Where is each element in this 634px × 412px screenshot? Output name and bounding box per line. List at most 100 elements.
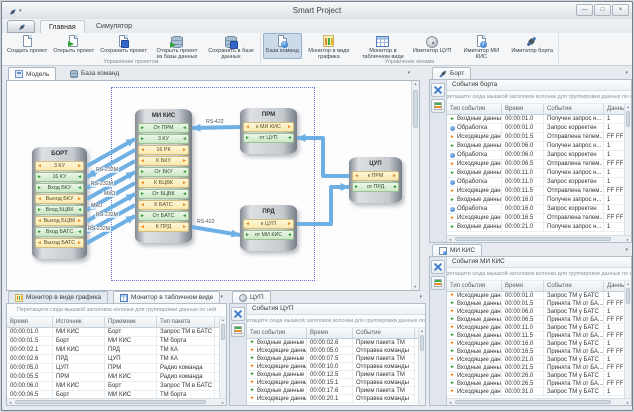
settings-button[interactable] (431, 260, 445, 274)
panel-menu-icon[interactable]: ▾ (220, 294, 223, 300)
table-row[interactable]: 00:00:06.0МИ КИСБортЗапрос ТМ в БАТС (7, 382, 226, 391)
scrollbar-thumb[interactable] (455, 237, 611, 241)
block-port[interactable]: ►3 КУ◄ (138, 134, 189, 144)
minimize-button[interactable]: — (576, 4, 593, 16)
block-port[interactable]: ◄к ЦУП► (243, 219, 294, 229)
table-row[interactable]: ►Входные данные00:00:21.5Принята ТМ от Б… (447, 364, 631, 372)
block-port[interactable]: ◄К БКУ► (138, 156, 189, 166)
bort-imitator-button[interactable]: Имитатор борта (508, 33, 556, 59)
scroll-right-icon[interactable]: ▸ (222, 399, 224, 406)
command-base-button[interactable]: База команд (263, 33, 302, 59)
column-header[interactable]: Тип события (447, 281, 502, 291)
close-button[interactable]: × (612, 4, 629, 16)
save-project-button[interactable]: Сохранить проект (97, 33, 150, 59)
table-row[interactable]: ►Входные данные00:00:12.5Прием пакета ТМ (247, 371, 425, 379)
column-header[interactable]: Источник (53, 317, 105, 327)
panel-menu-icon[interactable]: ▾ (625, 70, 628, 76)
block-port[interactable]: ►Вход БКУ◄ (35, 183, 84, 193)
block-port[interactable]: ►от ПРД◄ (352, 182, 399, 192)
diagram-block-МИ КИС[interactable]: МИ КИС►От ПРМ◄►3 КУ◄◄16 РК►◄К БКУ►►От БК… (135, 109, 192, 243)
table-row[interactable]: ►Исходящие данн...00:00:11.5Отправлена т… (447, 187, 631, 196)
diagram-block-БОРТ[interactable]: БОРТ◄3 КУ►►16 КУ◄►Вход БКУ◄◄Выход БКУ►►В… (32, 147, 87, 259)
block-port[interactable]: ◄Выход БКУ► (35, 194, 84, 204)
table-row[interactable]: ►Входные данные00:00:06.0Получен запрос … (447, 142, 631, 151)
block-port[interactable]: ►От ПРМ◄ (138, 123, 189, 133)
table-row[interactable]: 00:00:06.5БортМИ КИСТМ борта (7, 391, 226, 398)
table-row[interactable]: ►Входные данные00:00:16.0Получен запрос … (447, 196, 631, 205)
create-project-button[interactable]: Создать проект (4, 33, 50, 59)
table-row[interactable]: ►Исходящие данн...00:00:31.0Запрос ТМ у … (447, 388, 631, 396)
column-header[interactable]: Время (307, 328, 353, 338)
cup-imitator-button[interactable]: Имитатор ЦУП (410, 33, 454, 59)
block-port[interactable]: ►от МИ КИС◄ (243, 230, 294, 240)
save-to-db-button[interactable]: Сохранить в базе данных (204, 33, 258, 59)
mikis-imitator-button[interactable]: Имитатор МИ КИС (454, 33, 508, 59)
horizontal-scrollbar[interactable]: ◂▸ (447, 398, 631, 405)
scroll-left-icon[interactable]: ◂ (9, 399, 11, 406)
scrollbar-thumb[interactable] (15, 400, 206, 404)
vertical-scrollbar[interactable]: ▴ (219, 317, 226, 398)
column-header[interactable]: Тип пакета (157, 317, 215, 327)
table-row[interactable]: ►Входные данные00:00:01.0Получен запрос … (447, 115, 631, 124)
chart-monitor-button[interactable]: Монитор в виде графика (302, 33, 356, 59)
table-row[interactable]: ►Исходящие данн...00:00:16.0Запрос ТМ у … (447, 340, 631, 348)
tab-cup[interactable]: ЦУП (232, 291, 271, 303)
table-row[interactable]: ►Исходящие данные00:00:10.0Отправка кома… (247, 363, 425, 371)
application-menu-button[interactable] (7, 20, 35, 33)
tab-simulyator[interactable]: Симулятор (88, 20, 140, 33)
vertical-scrollbar[interactable]: ▴ (624, 104, 631, 235)
table-row[interactable]: ►Исходящие данн...00:00:26.0Запрос ТМ у … (447, 372, 631, 380)
scrollbar-thumb[interactable] (455, 400, 611, 404)
table-header[interactable]: Тип событияВремяСобытие (247, 328, 425, 339)
column-header[interactable]: Время (7, 317, 53, 327)
diagram-canvas[interactable]: БОРТ◄3 КУ►►16 КУ◄►Вход БКУ◄◄Выход БКУ►►В… (7, 81, 407, 290)
table-row[interactable]: ►Исходящие данн...00:00:11.0Запрос ТМ у … (447, 324, 631, 332)
table-row[interactable]: ►Исходящие данные00:00:05.0Отправка кома… (247, 347, 425, 355)
scroll-down-icon[interactable]: ▾ (414, 284, 416, 290)
table-row[interactable]: ►Исходящие данн...00:00:16.5Отправлена т… (447, 214, 631, 223)
table-monitor-button[interactable]: Монитор в табличном виде (356, 33, 410, 59)
table-row[interactable]: ►Входные данные00:00:16.5Принята ТМ от Б… (447, 348, 631, 356)
block-port[interactable]: ►От БЦВК◄ (138, 189, 189, 199)
settings-button[interactable] (231, 307, 245, 321)
table-row[interactable]: ►Входные данные00:00:01.5Принята ТМ от Б… (447, 300, 631, 308)
block-port[interactable]: ◄Выход БЦВК► (35, 216, 84, 226)
column-header[interactable]: Событие (544, 104, 604, 114)
legend-button[interactable] (431, 99, 445, 113)
table-row[interactable]: ►Исходящие данные00:00:15.1Отправка кома… (247, 379, 425, 387)
scroll-left-icon[interactable]: ◂ (449, 236, 451, 243)
table-row[interactable]: ►Исходящие данн...00:00:01.5Отправлена т… (447, 133, 631, 142)
open-project-button[interactable]: Открыть проект (50, 33, 97, 59)
table-row[interactable]: Обработка00:00:11.0Запрос корректен1 (447, 178, 631, 187)
panel-menu-icon[interactable]: ▾ (419, 294, 422, 300)
block-port[interactable]: ►16 КУ◄ (35, 172, 84, 182)
vertical-scrollbar[interactable]: ▴ (418, 328, 425, 405)
horizontal-scrollbar[interactable]: ◂▸ (447, 235, 631, 242)
table-row[interactable]: ►Исходящие данн...00:00:06.0Запрос ТМ у … (447, 308, 631, 316)
table-header[interactable]: ВремяИсточникПриемникТип пакета (7, 317, 226, 328)
block-port[interactable]: ◄к МИ КИС► (243, 122, 294, 132)
tab-model[interactable]: Модель (8, 67, 56, 80)
column-header[interactable]: Тип события (447, 104, 502, 114)
diagram-block-ПРД[interactable]: ПРД◄к ЦУП►►от МИ КИС◄ (240, 205, 297, 251)
scroll-right-icon[interactable]: ▸ (627, 399, 629, 406)
table-row[interactable]: 00:00:02.1МИ КИСПРДТМ КА (7, 346, 226, 355)
tab-mikis[interactable]: МИ КИС (432, 244, 482, 256)
tab-chart-monitor[interactable]: Монитор в виде графика (8, 291, 108, 303)
column-header[interactable]: Приемник (105, 317, 157, 327)
table-row[interactable]: ►Исходящие данн...00:00:01.0Запрос ТМ у … (447, 292, 631, 300)
scrollbar-thumb[interactable] (420, 335, 424, 351)
tab-bort[interactable]: Борт (432, 67, 471, 79)
column-header[interactable]: Событие (353, 328, 415, 338)
table-row[interactable]: Обработка00:00:01.0Запрос корректен1 (447, 124, 631, 133)
maximize-button[interactable]: □ (594, 4, 611, 16)
block-port[interactable]: ◄Выход БАТС► (35, 238, 84, 248)
legend-button[interactable] (231, 323, 245, 337)
table-row[interactable]: 00:00:01.0МИ КИСБортЗапрос ТМ в БАТС (7, 328, 226, 337)
table-row[interactable]: ►Входные данные00:00:26.5Принята ТМ от Б… (447, 380, 631, 388)
block-port[interactable]: ◄К ПРД► (138, 222, 189, 232)
table-row[interactable]: 00:00:02.6ПРДЦУПТМ КА (7, 355, 226, 364)
block-port[interactable]: ◄К БАТС► (138, 200, 189, 210)
table-row[interactable]: ►Входные данные00:00:11.5Принята ТМ от Б… (447, 332, 631, 340)
table-row[interactable]: Обработка00:00:16.0Запрос корректен1 (447, 205, 631, 214)
